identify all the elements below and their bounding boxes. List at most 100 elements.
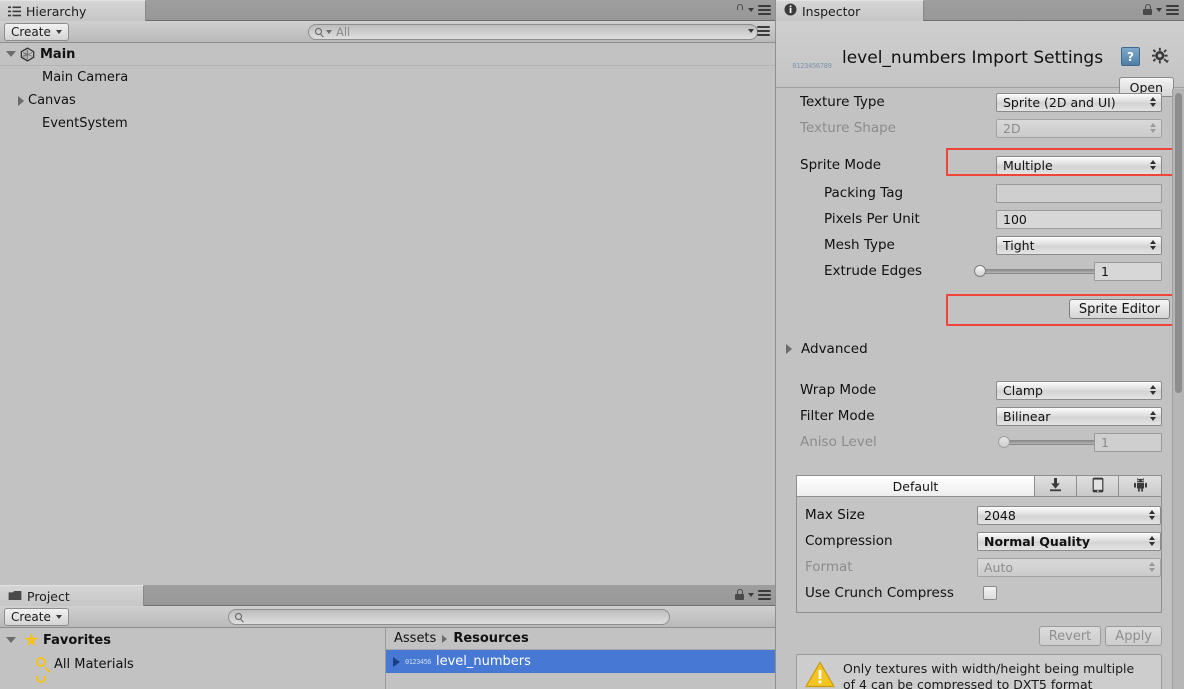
row-sprite-mode: Sprite Mode Multiple [800,152,1172,178]
mesh-type-value: Tight [1003,237,1035,253]
favorites-item-partial[interactable] [0,676,385,684]
wrap-mode-label: Wrap Mode [800,382,877,398]
tab-inspector[interactable]: Inspector [776,0,924,21]
texture-type-dropdown[interactable]: Sprite (2D and UI) [996,92,1162,112]
hierarchy-item-label: Main Camera [42,70,129,85]
triangle-right-icon[interactable] [18,95,24,106]
platform-tab-default[interactable]: Default [797,476,1035,496]
platform-tab-standalone[interactable] [1035,476,1077,496]
sprite-mode-value: Multiple [1003,157,1053,173]
platform-tab-ios[interactable] [1077,476,1119,496]
gear-icon[interactable] [1151,47,1170,66]
use-crunch-compression-checkbox[interactable] [983,586,997,600]
project-tabstrip: Project [0,585,776,606]
panel-menu-icon[interactable] [758,4,771,15]
triangle-right-icon[interactable] [393,656,400,667]
hierarchy-item-label: EventSystem [42,116,128,131]
lock-icon[interactable] [735,589,744,600]
hierarchy-options-menu[interactable] [748,26,770,36]
breadcrumb-assets[interactable]: Assets [394,631,436,646]
packing-tag-input[interactable] [996,183,1162,203]
inspector-tab-controls [1143,4,1179,15]
aniso-level-value: 1 [1094,432,1162,452]
use-crunch-compression-label: Use Crunch Compress [805,585,954,601]
row-pixels-per-unit: Pixels Per Unit 100 [824,206,1172,232]
panel-menu-icon[interactable] [1166,4,1179,15]
wrap-mode-value: Clamp [1003,382,1043,398]
hierarchy-tabstrip: Hierarchy [0,0,776,53]
warning-icon [804,661,836,688]
wrap-mode-dropdown[interactable]: Clamp [996,380,1162,400]
platform-tab-label: Default [892,478,939,494]
hierarchy-item-main-camera[interactable]: Main Camera [0,66,776,89]
help-icon[interactable]: ? [1121,47,1140,66]
project-create-button[interactable]: Create [4,607,69,626]
compression-dropdown[interactable]: Normal Quality [977,531,1161,551]
updown-arrows-icon [1150,411,1156,421]
tab-hierarchy[interactable]: Hierarchy [0,0,146,21]
asset-row-level-numbers[interactable]: 0123456789 level_numbers [386,650,776,673]
triangle-down-icon[interactable] [6,51,16,57]
hierarchy-search-input[interactable]: All [308,24,758,40]
extrude-edges-input[interactable]: 1 [1094,261,1162,281]
format-value: Auto [984,559,1014,575]
format-label: Format [805,559,853,575]
standalone-icon [1048,477,1063,495]
panel-menu-icon [757,26,770,36]
unity-editor-window: Hierarchy Create All Main Main Camera Ca… [0,0,1184,689]
hierarchy-create-label: Create [11,24,51,39]
project-search-input[interactable] [228,609,670,625]
asset-row-label: level_numbers [436,654,531,669]
pixels-per-unit-input[interactable]: 100 [996,209,1162,229]
aniso-level-input: 1 [1094,432,1162,452]
platform-tab-android[interactable] [1119,476,1161,496]
hierarchy-icon [8,6,21,17]
row-filter-mode: Filter Mode Bilinear [800,403,1172,429]
scrollbar-thumb[interactable] [1175,93,1182,393]
lock-icon[interactable] [1143,4,1152,15]
slider-knob[interactable] [974,265,986,277]
warning-text: Only textures with width/height being mu… [843,661,1134,689]
apply-button[interactable]: Apply [1105,626,1162,646]
hierarchy-create-button[interactable]: Create [4,22,69,41]
chevron-down-icon[interactable] [748,7,754,12]
project-asset-list: Assets Resources 0123456789 level_number… [385,628,776,689]
hierarchy-item-label: Canvas [28,93,76,108]
tab-project[interactable]: Project [0,585,144,606]
advanced-foldout[interactable]: Advanced [786,341,868,357]
sprite-mode-dropdown[interactable]: Multiple [996,155,1162,175]
sprite-editor-button[interactable]: Sprite Editor [1068,299,1170,319]
updown-arrows-icon [1149,536,1155,546]
row-wrap-mode: Wrap Mode Clamp [800,377,1172,403]
favorites-group[interactable]: Favorites [0,628,385,652]
updown-arrows-icon [1149,562,1155,572]
filter-mode-dropdown[interactable]: Bilinear [996,406,1162,426]
mesh-type-label: Mesh Type [824,237,895,253]
mesh-type-dropdown[interactable]: Tight [996,235,1162,255]
breadcrumb-resources[interactable]: Resources [453,631,528,646]
folder-icon [8,589,22,604]
chevron-down-icon[interactable] [748,592,754,597]
chevron-down-icon[interactable] [1156,7,1162,12]
hierarchy-item-eventsystem[interactable]: EventSystem [0,112,776,135]
inspector-scrollbar[interactable] [1172,89,1184,689]
hierarchy-item-canvas[interactable]: Canvas [0,89,776,112]
row-use-crunch-compression: Use Crunch Compress [805,580,1169,606]
lock-icon[interactable] [735,4,744,53]
chevron-down-icon [326,30,332,34]
panel-menu-icon[interactable] [758,589,771,600]
max-size-dropdown[interactable]: 2048 [977,505,1161,525]
inspector-asset-header: 0123456789 level_numbers Import Settings… [776,21,1184,97]
row-aniso-level: Aniso Level 1 [800,429,1172,455]
chevron-down-icon [748,29,754,33]
extrude-edges-slider[interactable] [972,262,1096,281]
favorites-item-all-materials[interactable]: All Materials [0,652,385,676]
revert-button[interactable]: Revert [1038,626,1102,646]
texture-shape-label: Texture Shape [800,120,896,136]
apply-revert-buttons: Revert Apply [1038,626,1162,646]
triangle-down-icon[interactable] [6,637,16,643]
project-create-label: Create [11,609,51,624]
hierarchy-scene-root[interactable]: Main [0,43,776,66]
slider-knob [998,436,1010,448]
project-toolbar: Create [0,606,776,649]
